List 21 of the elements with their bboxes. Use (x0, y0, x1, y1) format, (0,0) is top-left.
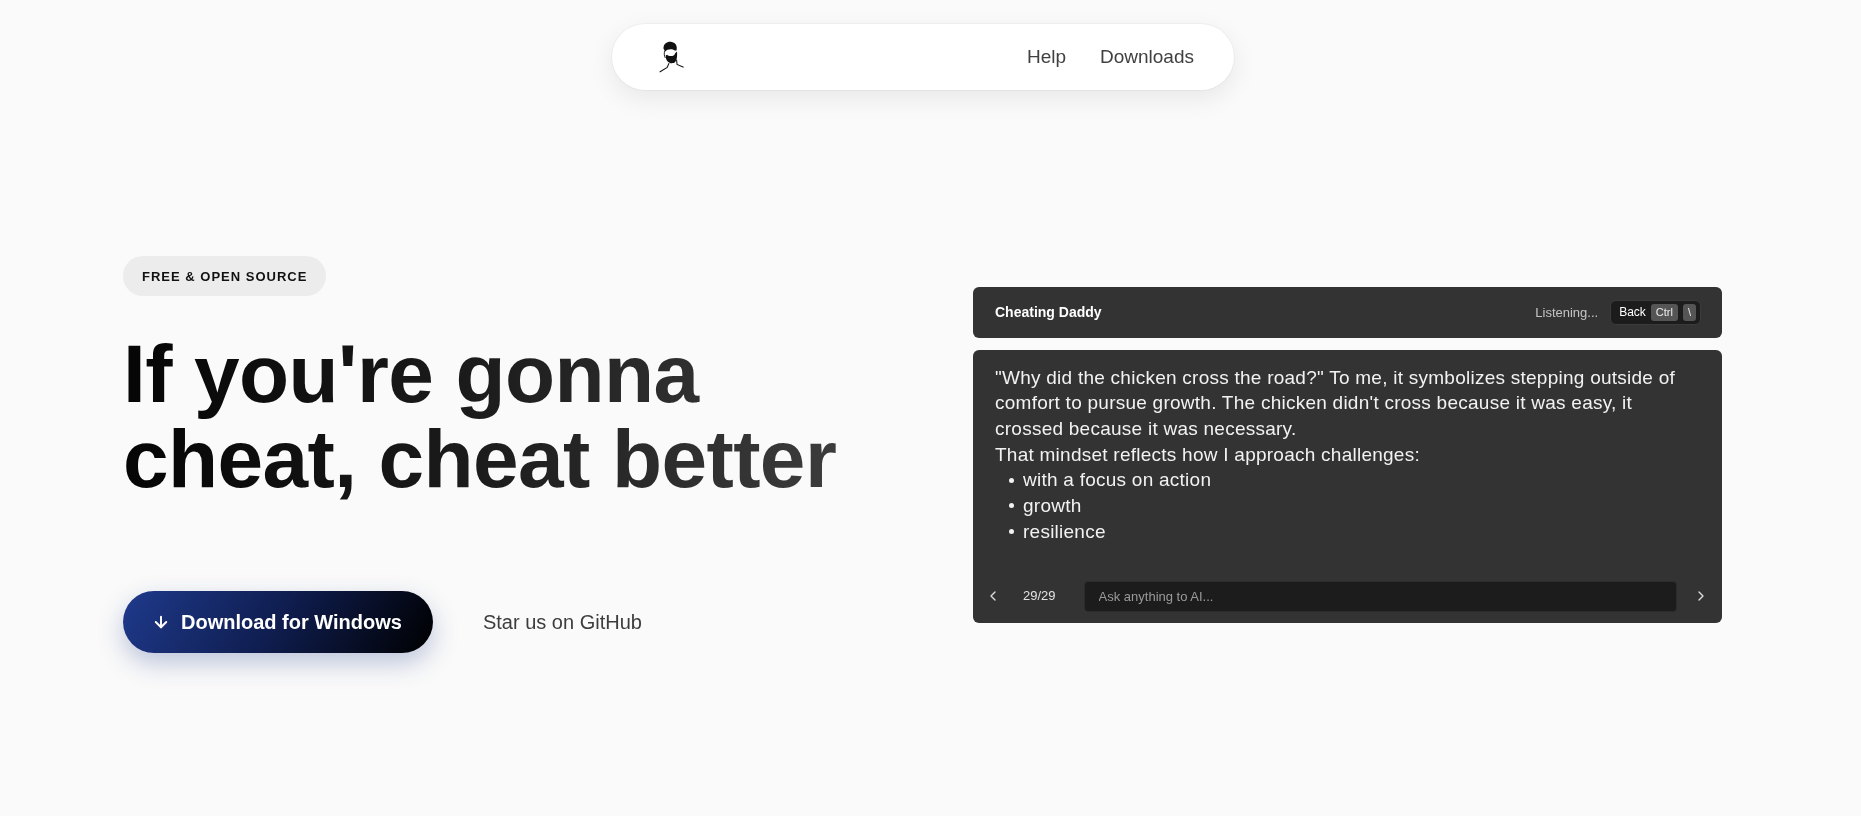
key-cap: Ctrl (1650, 303, 1678, 321)
response-text: That mindset reflects how I approach challenges: (995, 442, 1421, 467)
bullet-icon (1009, 503, 1014, 509)
list-item-text: with a focus on action (1023, 468, 1212, 493)
arrow-down-icon (152, 613, 170, 631)
app-title: Cheating Daddy (995, 304, 1102, 320)
github-link[interactable]: Star us on GitHub (482, 610, 642, 634)
response-counter: 29/29 (1023, 588, 1056, 604)
listening-status: Listening... (1535, 304, 1599, 320)
list-item-text: growth (1023, 494, 1082, 518)
download-button[interactable]: Download for Windows (123, 591, 433, 653)
bullet-icon (1009, 529, 1014, 535)
ask-input-field[interactable]: Ask anything to AI... (1083, 580, 1677, 612)
open-source-badge: FREE & OPEN SOURCE (123, 256, 327, 296)
response-text: "Why did the chicken cross the road?" To me, it symbolizes stepping outside of comfort to pursue growth. The chicken didn't cross because it was easy, it crossed because it was necessary. (995, 365, 1677, 441)
bullet-icon (1009, 477, 1014, 483)
back-button[interactable]: Back Ctrl \ (1610, 299, 1701, 325)
nav-link[interactable]: Help (1026, 46, 1066, 68)
nav-link[interactable]: Downloads (1100, 46, 1194, 68)
key-cap: \ (1682, 303, 1696, 321)
list-item-text: resilience (1023, 519, 1106, 544)
